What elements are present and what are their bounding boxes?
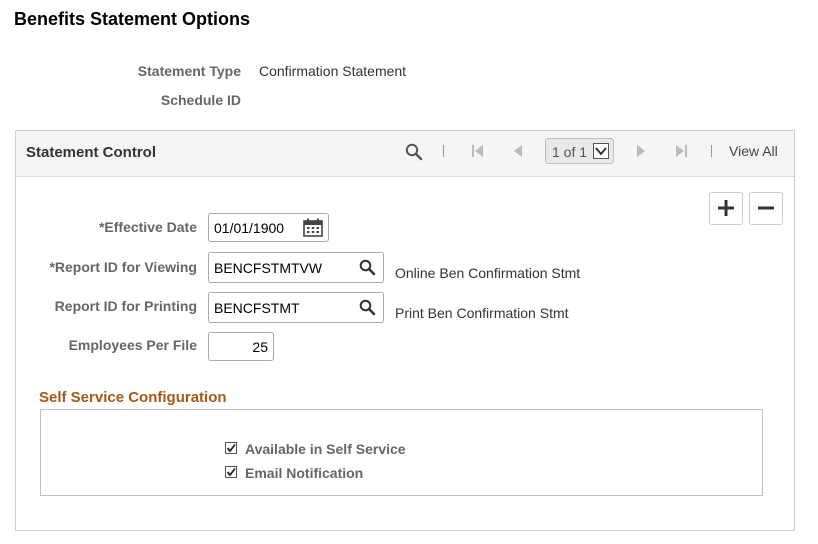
pager-text: 1 of 1 [552,144,588,160]
add-row-icon [718,200,734,216]
statement-type-value: Confirmation Statement [259,63,407,79]
statement-control-header: Statement Control 1 of 1 View All [16,131,794,177]
effective-date-label: *Effective Date [98,219,197,235]
email-notification-label: Email Notification [245,465,364,481]
previous-icon[interactable] [512,144,524,163]
delete-row-icon [758,206,774,210]
view-all-link[interactable]: View All [729,143,778,159]
lookup-icon[interactable] [359,299,376,321]
add-row-button[interactable] [709,192,743,225]
toolbar-divider [711,145,712,157]
toolbar-divider [443,145,444,157]
self-service-title: Self Service Configuration [39,389,227,406]
chevron-down-icon[interactable] [593,143,609,159]
report-view-field [208,252,384,283]
report-view-label: *Report ID for Viewing [49,259,197,275]
report-print-input[interactable] [208,292,384,323]
lookup-icon[interactable] [359,259,376,281]
statement-type-label: Statement Type [137,63,241,79]
available-self-service-checkbox[interactable] [225,442,237,454]
schedule-id-label: Schedule ID [160,92,241,108]
search-icon[interactable] [405,143,423,166]
available-self-service-label: Available in Self Service [245,441,406,457]
calendar-icon[interactable] [303,218,323,242]
first-page-icon[interactable] [471,144,485,163]
report-print-field [208,292,384,323]
employees-per-file-input[interactable] [208,332,274,361]
delete-row-button[interactable] [749,192,783,225]
report-print-description: Print Ben Confirmation Stmt [395,305,569,321]
next-icon[interactable] [635,144,647,163]
row-pager[interactable]: 1 of 1 [545,138,614,164]
report-view-description: Online Ben Confirmation Stmt [395,265,581,281]
report-print-label: Report ID for Printing [54,298,197,314]
report-view-input[interactable] [208,252,384,283]
employees-per-file-label: Employees Per File [68,337,197,353]
email-notification-checkbox[interactable] [225,466,237,478]
section-title: Statement Control [26,144,157,161]
effective-date-field [208,213,329,242]
last-page-icon[interactable] [674,144,688,163]
page-title: Benefits Statement Options [14,9,251,29]
